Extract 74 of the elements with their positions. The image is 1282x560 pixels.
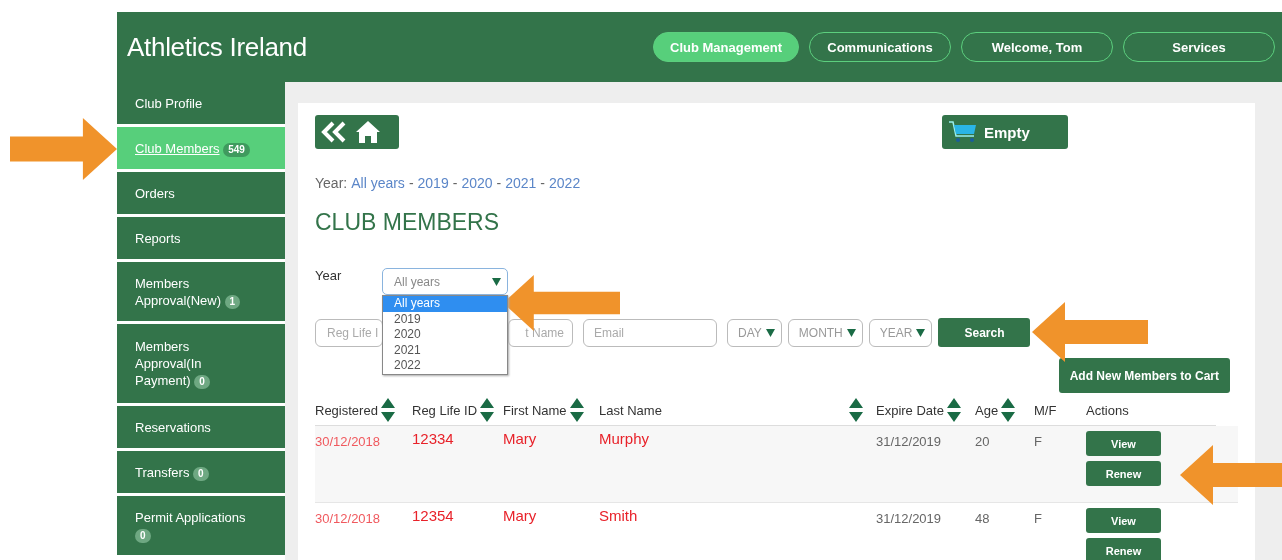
action-button[interactable]: View	[1086, 508, 1161, 533]
sort-icon[interactable]	[480, 398, 495, 422]
cart-button[interactable]: Empty	[942, 115, 1068, 149]
date-select[interactable]: MONTH	[787, 318, 863, 347]
table-cell: 30/12/2018	[315, 434, 381, 449]
double-chevron-icon	[321, 121, 347, 143]
back-home-button[interactable]	[315, 115, 399, 149]
dropdown-option[interactable]: 2019	[383, 311, 507, 327]
dropdown-option[interactable]: 2021	[383, 342, 507, 358]
caret-icon	[916, 328, 926, 337]
dropdown-option[interactable]: All years	[383, 296, 507, 312]
app-title: Athletics Ireland	[127, 31, 308, 63]
table-cell: Mary	[503, 430, 537, 447]
table-cell: Smith	[599, 507, 638, 524]
table-cell: 30/12/2018	[315, 511, 381, 526]
year-label: Year	[315, 268, 342, 283]
sort-icon[interactable]	[569, 398, 584, 422]
page-heading: CLUB MEMBERS	[315, 209, 501, 236]
year-link[interactable]: 2022	[549, 175, 581, 191]
sidebar-item[interactable]: Reports	[117, 217, 285, 259]
sort-icon[interactable]	[380, 398, 395, 422]
table-cell: 48	[975, 511, 990, 526]
year-select[interactable]: All years	[382, 268, 508, 295]
table-cell: 20	[975, 434, 990, 449]
column-header: Last Name	[599, 402, 662, 418]
cart-icon	[948, 120, 978, 144]
caret-icon	[765, 328, 775, 337]
caret-icon	[846, 328, 856, 337]
dropdown-option[interactable]: 2022	[383, 358, 507, 374]
table-cell: F	[1034, 511, 1042, 526]
table-cell: Murphy	[599, 430, 650, 447]
action-button[interactable]: Renew	[1086, 461, 1161, 486]
column-header: Age	[975, 402, 999, 418]
table-cell: 12334	[412, 430, 454, 447]
home-icon	[355, 120, 381, 144]
table-cell: 31/12/2019	[876, 434, 942, 449]
sidebar-item[interactable]: Members Approval(New) 1	[117, 262, 285, 321]
separator: -	[452, 175, 458, 191]
sidebar-item[interactable]: Transfers 0	[117, 451, 285, 493]
date-select[interactable]: YEAR	[868, 318, 933, 347]
column-header: Expire Date	[876, 402, 944, 418]
column-header: Reg Life ID	[412, 402, 478, 418]
sidebar-item[interactable]: Club Profile	[117, 82, 285, 124]
separator: -	[408, 175, 414, 191]
sort-icon[interactable]	[849, 398, 863, 422]
column-header: Actions	[1086, 402, 1129, 418]
table-cell: F	[1034, 434, 1042, 449]
column-header: M/F	[1034, 402, 1057, 418]
separator: -	[540, 175, 546, 191]
dropdown-option[interactable]: 2020	[383, 327, 507, 343]
year-label: Year:	[315, 175, 348, 191]
sidebar-item[interactable]: Permit Applications 0	[117, 496, 285, 555]
date-select[interactable]: DAY	[727, 318, 782, 347]
table-cell: 12354	[412, 507, 454, 524]
search-button[interactable]: Search	[938, 318, 1031, 347]
table-cell: 31/12/2019	[876, 511, 942, 526]
year-link[interactable]: 2020	[461, 175, 493, 191]
sidebar-item[interactable]: Orders	[117, 172, 285, 214]
sidebar-item[interactable]: Members Approval(In Payment) 0	[117, 324, 285, 403]
action-button[interactable]: Renew	[1086, 538, 1161, 560]
year-link[interactable]: 2021	[505, 175, 537, 191]
year-link[interactable]: All years	[351, 175, 405, 191]
action-button[interactable]: View	[1086, 431, 1161, 456]
sort-icon[interactable]	[1001, 398, 1016, 422]
column-header: First Name	[503, 402, 567, 418]
year-link[interactable]: 2019	[417, 175, 449, 191]
caret-icon	[492, 277, 501, 286]
separator: -	[496, 175, 502, 191]
sidebar-item[interactable]: Reservations	[117, 406, 285, 448]
table-cell: Mary	[503, 507, 537, 524]
add-members-button[interactable]: Add New Members to Cart	[1058, 358, 1230, 393]
sort-icon[interactable]	[946, 398, 961, 422]
column-header: Registered	[315, 402, 378, 418]
sidebar-item[interactable]: Club Members 549	[117, 127, 285, 169]
